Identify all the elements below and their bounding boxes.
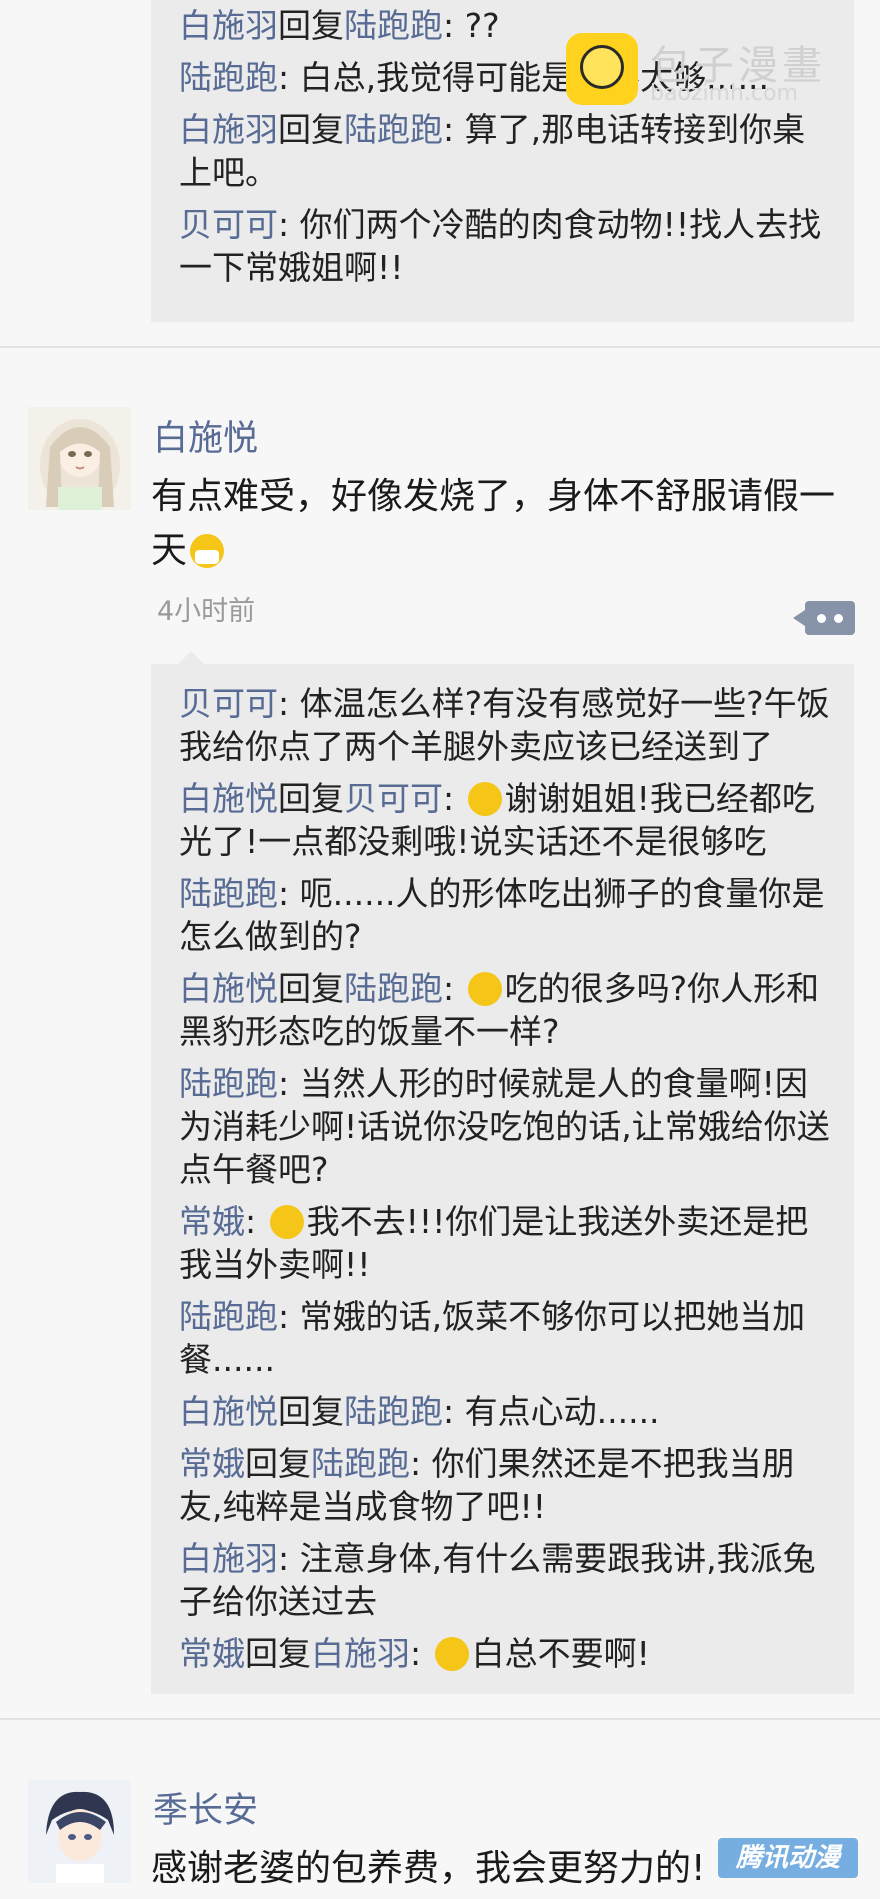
colon: : <box>443 969 465 1008</box>
reply-item[interactable]: 白施羽: 注意身体,有什么需要跟我讲,我派兔子给你送过去 <box>151 1537 854 1623</box>
reply-target-link[interactable]: 陆跑跑 <box>344 1392 443 1431</box>
reply-word: 回复 <box>278 1392 344 1431</box>
reply-text: : 有点心动...... <box>443 1392 660 1431</box>
reply-author-link[interactable]: 陆跑跑 <box>179 1064 278 1103</box>
cry-emoji-icon <box>269 1205 304 1239</box>
dizzy-emoji-icon <box>467 972 502 1006</box>
avatar[interactable] <box>28 1780 131 1883</box>
reply-word: 回复 <box>278 6 344 45</box>
reply-author-link[interactable]: 白施悦 <box>179 969 278 1008</box>
colon: : <box>245 1202 267 1241</box>
reply-target-link[interactable]: 陆跑跑 <box>344 110 443 149</box>
reply-author-link[interactable]: 陆跑跑 <box>179 874 278 913</box>
post-body: 有点难受，好像发烧了，身体不舒服请假一天 <box>151 476 836 571</box>
reply-author-link[interactable]: 白施羽 <box>179 110 278 149</box>
reply-author-link[interactable]: 贝可可 <box>179 684 278 723</box>
reply-item[interactable]: 陆跑跑: 常娥的话,饭菜不够你可以把她当加餐...... <box>151 1295 854 1381</box>
watermark-url: baozimh.com <box>650 81 798 106</box>
reply-item[interactable]: 白施悦回复贝可可: 谢谢姐姐!我已经都吃光了!一点都没剩哦!说实话还不是很够吃 <box>151 777 854 863</box>
reply-item[interactable]: 白施悦回复陆跑跑: 吃的很多吗?你人形和黑豹形态吃的饭量不一样? <box>151 967 854 1053</box>
reply-thread: 贝可可: 体温怎么样?有没有感觉好一些?午饭我给你点了两个羊腿外卖应该已经送到了… <box>151 664 854 1694</box>
tired-emoji-icon <box>434 1637 469 1671</box>
divider <box>0 1718 880 1720</box>
reply-text: 白总不要啊! <box>471 1634 650 1673</box>
reply-author-link[interactable]: 白施羽 <box>179 6 278 45</box>
post-username[interactable]: 白施悦 <box>153 410 258 461</box>
reply-word: 回复 <box>245 1444 311 1483</box>
reply-author-link[interactable]: 常娥 <box>179 1444 245 1483</box>
tongue-emoji-icon <box>467 782 502 816</box>
mask-emoji-icon <box>190 534 225 568</box>
reply-author-link[interactable]: 陆跑跑 <box>179 58 278 97</box>
avatar[interactable] <box>28 407 131 510</box>
reply-item[interactable]: 贝可可: 你们两个冷酷的肉食动物!!找人去找一下常娥姐啊!! <box>151 203 854 289</box>
reply-author-link[interactable]: 贝可可 <box>179 205 278 244</box>
reply-item[interactable]: 贝可可: 体温怎么样?有没有感觉好一些?午饭我给你点了两个羊腿外卖应该已经送到了 <box>151 682 854 768</box>
colon: : <box>443 779 465 818</box>
reply-author-link[interactable]: 常娥 <box>179 1202 245 1241</box>
reply-word: 回复 <box>278 110 344 149</box>
reply-box-arrow <box>178 651 204 664</box>
post-time: 4小时前 <box>157 596 256 627</box>
divider <box>0 346 880 348</box>
reply-author-link[interactable]: 白施悦 <box>179 779 278 818</box>
reply-item[interactable]: 白施羽回复陆跑跑: 算了,那电话转接到你桌上吧。 <box>151 108 854 194</box>
reply-item[interactable]: 陆跑跑: 当然人形的时候就是人的食量啊!因为消耗少啊!话说你没吃饱的话,让常娥给… <box>151 1062 854 1191</box>
reply-author-link[interactable]: 白施悦 <box>179 1392 278 1431</box>
reply-target-link[interactable]: 陆跑跑 <box>311 1444 410 1483</box>
reply-item[interactable]: 常娥回复白施羽: 白总不要啊! <box>151 1632 854 1675</box>
post-username[interactable]: 季长安 <box>153 1782 258 1833</box>
post-text: 有点难受，好像发烧了，身体不舒服请假一天 <box>151 470 856 578</box>
reply-author-link[interactable]: 白施羽 <box>179 1539 278 1578</box>
more-options-button[interactable] <box>793 601 855 635</box>
reply-item[interactable]: 白施悦回复陆跑跑: 有点心动...... <box>151 1390 854 1433</box>
colon: : <box>410 1634 432 1673</box>
reply-target-link[interactable]: 陆跑跑 <box>344 969 443 1008</box>
reply-target-link[interactable]: 贝可可 <box>344 779 443 818</box>
reply-word: 回复 <box>278 969 344 1008</box>
corner-logo: 腾讯动漫 <box>718 1838 858 1878</box>
reply-text: : ?? <box>443 6 500 45</box>
reply-item[interactable]: 常娥回复陆跑跑: 你们果然还是不把我当朋友,纯粹是当成食物了吧!! <box>151 1442 854 1528</box>
reply-word: 回复 <box>245 1634 311 1673</box>
reply-author-link[interactable]: 陆跑跑 <box>179 1297 278 1336</box>
bun-logo-icon <box>566 33 638 105</box>
reply-word: 回复 <box>278 779 344 818</box>
reply-target-link[interactable]: 白施羽 <box>311 1634 410 1673</box>
reply-target-link[interactable]: 陆跑跑 <box>344 6 443 45</box>
reply-item[interactable]: 常娥: 我不去!!!你们是让我送外卖还是把我当外卖啊!! <box>151 1200 854 1286</box>
reply-item[interactable]: 陆跑跑: 呃......人的形体吃出狮子的食量你是怎么做到的? <box>151 872 854 958</box>
reply-author-link[interactable]: 常娥 <box>179 1634 245 1673</box>
watermark: 包子漫畫 baozimh.com <box>566 33 866 113</box>
